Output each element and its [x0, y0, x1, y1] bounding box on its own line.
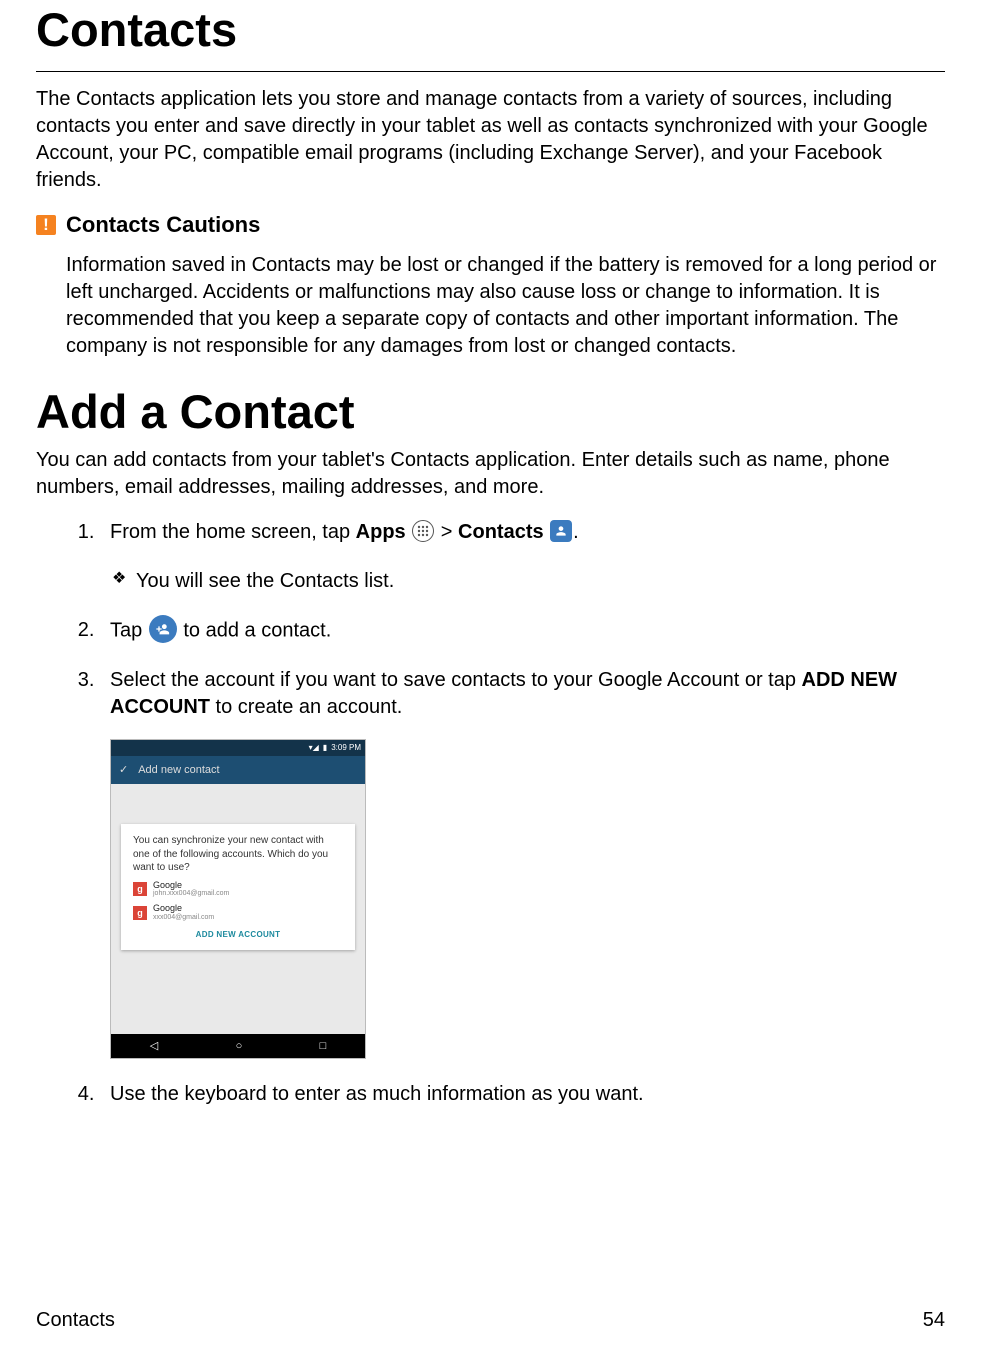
screenshot-dialog: You can synchronize your new contact wit…	[121, 824, 355, 950]
caution-title: Contacts Cautions	[66, 212, 260, 238]
step3-pre: Select the account if you want to save c…	[110, 669, 802, 691]
apps-label: Apps	[356, 521, 406, 543]
apps-icon	[412, 520, 434, 542]
signal-icon: ▾◢	[309, 743, 319, 754]
screenshot-navbar: ◁ ○ □	[111, 1034, 365, 1058]
step3-post: to create an account.	[210, 696, 402, 718]
footer-section: Contacts	[36, 1309, 115, 1332]
step2-post: to add a contact.	[178, 619, 331, 641]
step1-pre: From the home screen, tap	[110, 521, 356, 543]
screenshot-body: You can synchronize your new contact wit…	[111, 784, 365, 1034]
step1-sub: You will see the Contacts list.	[136, 570, 394, 592]
step-2: Tap to add a contact.	[100, 617, 945, 645]
dialog-prompt: You can synchronize your new contact wit…	[133, 834, 343, 875]
account2-email: xxx004@gmail.com	[153, 914, 214, 922]
page-footer: Contacts 54	[36, 1309, 945, 1332]
page-title-add-contact: Add a Contact	[36, 382, 945, 439]
page-title-contacts: Contacts	[36, 0, 945, 72]
intro2-paragraph: You can add contacts from your tablet's …	[36, 447, 945, 501]
step1-gt: >	[435, 521, 458, 543]
diamond-bullet-icon: ❖	[112, 568, 136, 590]
step-4: Use the keyboard to enter as much inform…	[100, 1081, 945, 1108]
contacts-label: Contacts	[458, 521, 544, 543]
battery-icon: ▮	[323, 743, 327, 754]
caution-body: Information saved in Contacts may be los…	[66, 252, 945, 360]
add-new-account-button: ADD NEW ACCOUNT	[133, 930, 343, 941]
account1-name: Google	[153, 881, 229, 891]
footer-page-number: 54	[923, 1309, 945, 1332]
intro-paragraph: The Contacts application lets you store …	[36, 86, 945, 194]
caution-block: ! Contacts Cautions Information saved in…	[36, 212, 945, 360]
step1-post: .	[573, 521, 579, 543]
step-1: From the home screen, tap Apps > Contact…	[100, 519, 945, 595]
nav-home-icon: ○	[236, 1039, 243, 1054]
nav-recent-icon: □	[320, 1039, 327, 1054]
screenshot-titlebar: ✓ Add new contact	[111, 756, 365, 784]
add-contact-icon	[149, 615, 177, 643]
screenshot-statusbar: ▾◢ ▮ 3:09 PM	[111, 740, 365, 756]
screenshot-add-contact: ▾◢ ▮ 3:09 PM ✓ Add new contact You can s…	[110, 739, 366, 1059]
account2-name: Google	[153, 904, 214, 914]
step-3: Select the account if you want to save c…	[100, 667, 945, 1059]
google-badge-icon: g	[133, 882, 147, 896]
step2-pre: Tap	[110, 619, 148, 641]
status-time: 3:09 PM	[331, 743, 361, 754]
nav-back-icon: ◁	[150, 1039, 158, 1054]
account-row-2: g Google xxx004@gmail.com	[133, 904, 343, 922]
google-badge-icon: g	[133, 906, 147, 920]
account1-email: john.xxx004@gmail.com	[153, 890, 229, 898]
account-row-1: g Google john.xxx004@gmail.com	[133, 881, 343, 899]
titlebar-text: Add new contact	[138, 763, 219, 778]
warning-icon: !	[36, 215, 56, 235]
contacts-icon	[550, 520, 572, 542]
check-icon: ✓	[119, 763, 128, 778]
